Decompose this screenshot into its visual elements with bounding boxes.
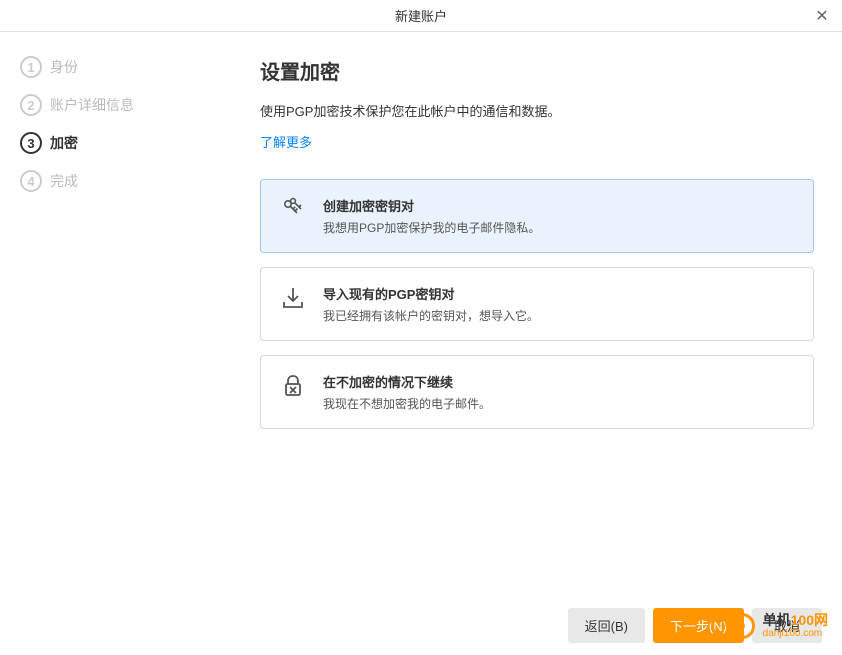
- step-number: 4: [20, 170, 42, 192]
- close-icon: ✕: [815, 6, 828, 26]
- back-button[interactable]: 返回(B): [568, 608, 645, 643]
- step-identity: 1 身份: [20, 56, 240, 78]
- page-description: 使用PGP加密技术保护您在此帐户中的通信和数据。: [260, 101, 814, 120]
- option-description: 我已经拥有该帐户的密钥对，想导入它。: [323, 307, 539, 324]
- option-text: 在不加密的情况下继续 我现在不想加密我的电子邮件。: [323, 372, 491, 412]
- keys-icon: [279, 196, 307, 224]
- option-create-keypair[interactable]: 创建加密密钥对 我想用PGP加密保护我的电子邮件隐私。: [260, 179, 814, 253]
- option-title: 创建加密密钥对: [323, 196, 540, 215]
- learn-more-link[interactable]: 了解更多: [260, 132, 312, 151]
- option-description: 我想用PGP加密保护我的电子邮件隐私。: [323, 219, 540, 236]
- lock-disabled-icon: [279, 372, 307, 400]
- close-button[interactable]: ✕: [810, 4, 834, 28]
- option-no-encryption[interactable]: 在不加密的情况下继续 我现在不想加密我的电子邮件。: [260, 355, 814, 429]
- content-area: 设置加密 使用PGP加密技术保护您在此帐户中的通信和数据。 了解更多 创建加密密…: [240, 32, 842, 595]
- page-title: 设置加密: [260, 56, 814, 85]
- next-button[interactable]: 下一步(N): [653, 608, 744, 643]
- step-account-details: 2 账户详细信息: [20, 94, 240, 116]
- option-import-keypair[interactable]: 导入现有的PGP密钥对 我已经拥有该帐户的密钥对，想导入它。: [260, 267, 814, 341]
- footer-buttons: 返回(B) 下一步(N) 取消: [0, 595, 842, 655]
- step-label: 身份: [50, 57, 78, 77]
- main-area: 1 身份 2 账户详细信息 3 加密 4 完成 设置加密 使用PGP加密技术保护…: [0, 32, 842, 595]
- step-label: 完成: [50, 171, 78, 191]
- cancel-button[interactable]: 取消: [752, 608, 822, 643]
- window-title: 新建账户: [395, 6, 447, 25]
- option-title: 导入现有的PGP密钥对: [323, 284, 539, 303]
- wizard-steps-sidebar: 1 身份 2 账户详细信息 3 加密 4 完成: [0, 32, 240, 595]
- step-number: 3: [20, 132, 42, 154]
- step-encryption: 3 加密: [20, 132, 240, 154]
- option-text: 导入现有的PGP密钥对 我已经拥有该帐户的密钥对，想导入它。: [323, 284, 539, 324]
- option-description: 我现在不想加密我的电子邮件。: [323, 395, 491, 412]
- option-title: 在不加密的情况下继续: [323, 372, 491, 391]
- step-label: 账户详细信息: [50, 95, 134, 115]
- titlebar: 新建账户 ✕: [0, 0, 842, 32]
- step-number: 1: [20, 56, 42, 78]
- step-number: 2: [20, 94, 42, 116]
- option-text: 创建加密密钥对 我想用PGP加密保护我的电子邮件隐私。: [323, 196, 540, 236]
- encryption-options: 创建加密密钥对 我想用PGP加密保护我的电子邮件隐私。 导入现有的PGP密钥对 …: [260, 179, 814, 429]
- step-label: 加密: [50, 133, 78, 153]
- step-finish: 4 完成: [20, 170, 240, 192]
- download-icon: [279, 284, 307, 312]
